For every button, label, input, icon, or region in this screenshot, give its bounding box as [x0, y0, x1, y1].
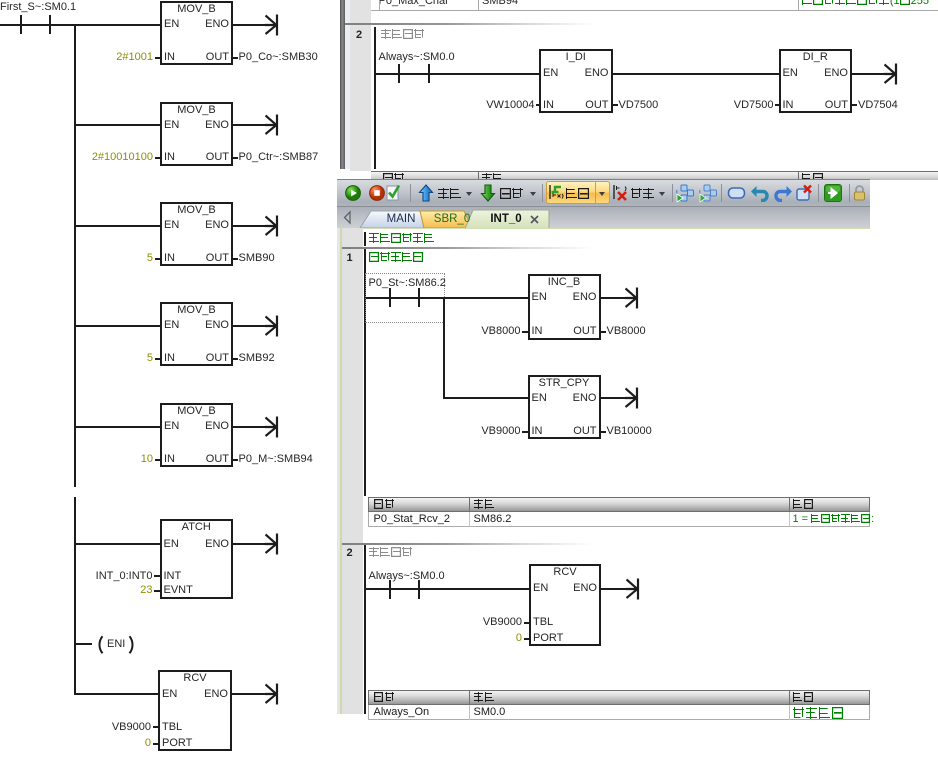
svg-text:INT_0: INT_0: [490, 213, 521, 225]
svg-text:SBR_0: SBR_0: [434, 213, 470, 225]
svg-text:MAIN: MAIN: [387, 213, 416, 225]
